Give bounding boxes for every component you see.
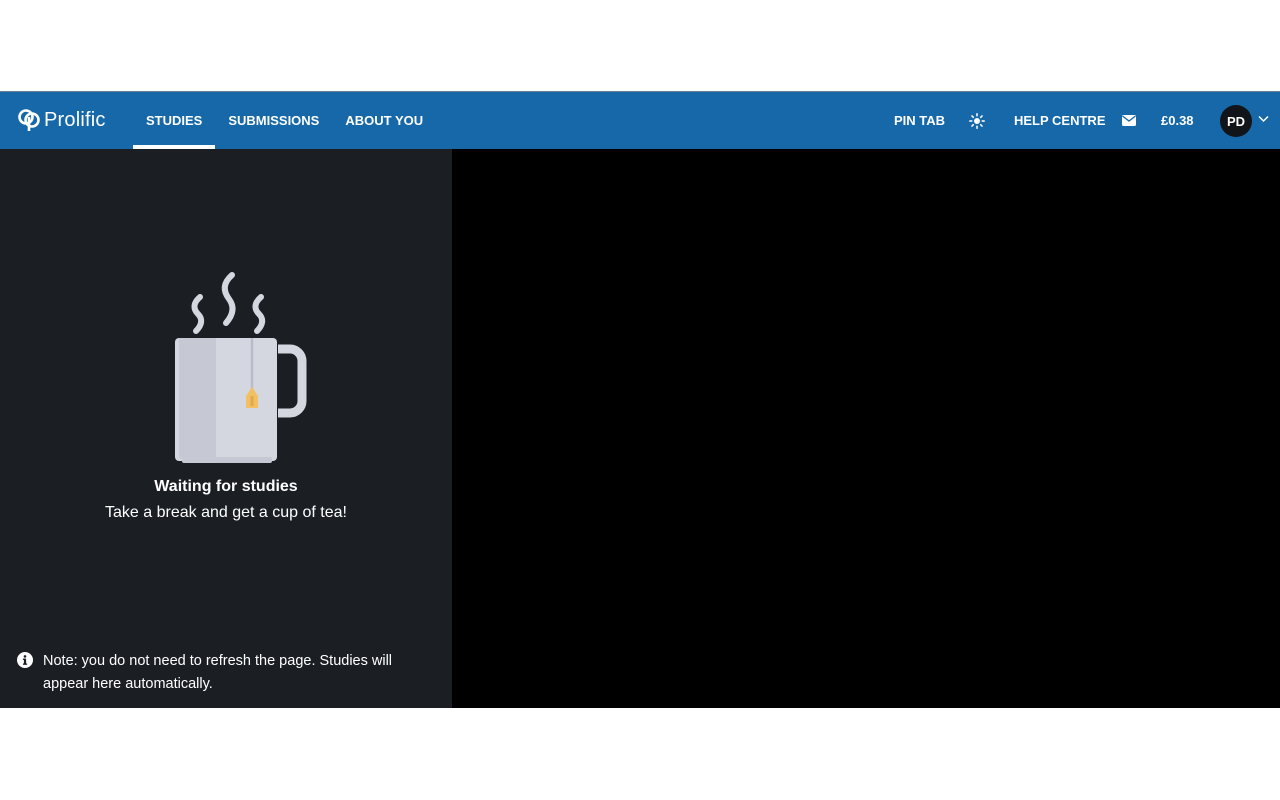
pin-tab-button[interactable]: PIN TAB [894, 113, 945, 128]
info-icon [17, 652, 33, 668]
prolific-logo[interactable]: Prolific [17, 108, 106, 132]
main-nav: STUDIES SUBMISSIONS ABOUT YOU [133, 92, 436, 149]
empty-state-title: Waiting for studies [154, 478, 298, 495]
auto-refresh-note: Note: you do not need to refresh the pag… [17, 650, 427, 696]
chevron-down-icon[interactable] [1258, 115, 1269, 123]
empty-state-subtitle: Take a break and get a cup of tea! [105, 504, 347, 521]
nav-tab-studies[interactable]: STUDIES [133, 92, 216, 149]
envelope-icon[interactable] [1122, 115, 1136, 126]
top-nav-bar: Prolific STUDIES SUBMISSIONS ABOUT YOU P… [0, 91, 1280, 149]
nav-tab-submissions[interactable]: SUBMISSIONS [215, 92, 332, 149]
help-centre-link[interactable]: HELP CENTRE [1014, 113, 1106, 128]
tea-mug-illustration [175, 272, 307, 463]
prolific-logo-icon [18, 109, 40, 131]
study-detail-panel [452, 149, 1280, 708]
nav-tab-about-you[interactable]: ABOUT YOU [332, 92, 436, 149]
studies-panel: Waiting for studies Take a break and get… [0, 149, 452, 708]
sun-icon[interactable] [969, 112, 985, 129]
brand-name: Prolific [44, 108, 106, 131]
app: Prolific STUDIES SUBMISSIONS ABOUT YOU P… [0, 91, 1280, 708]
balance-display[interactable]: £0.38 [1161, 113, 1194, 128]
note-text: Note: you do not need to refresh the pag… [43, 653, 393, 692]
avatar[interactable]: PD [1220, 105, 1252, 137]
